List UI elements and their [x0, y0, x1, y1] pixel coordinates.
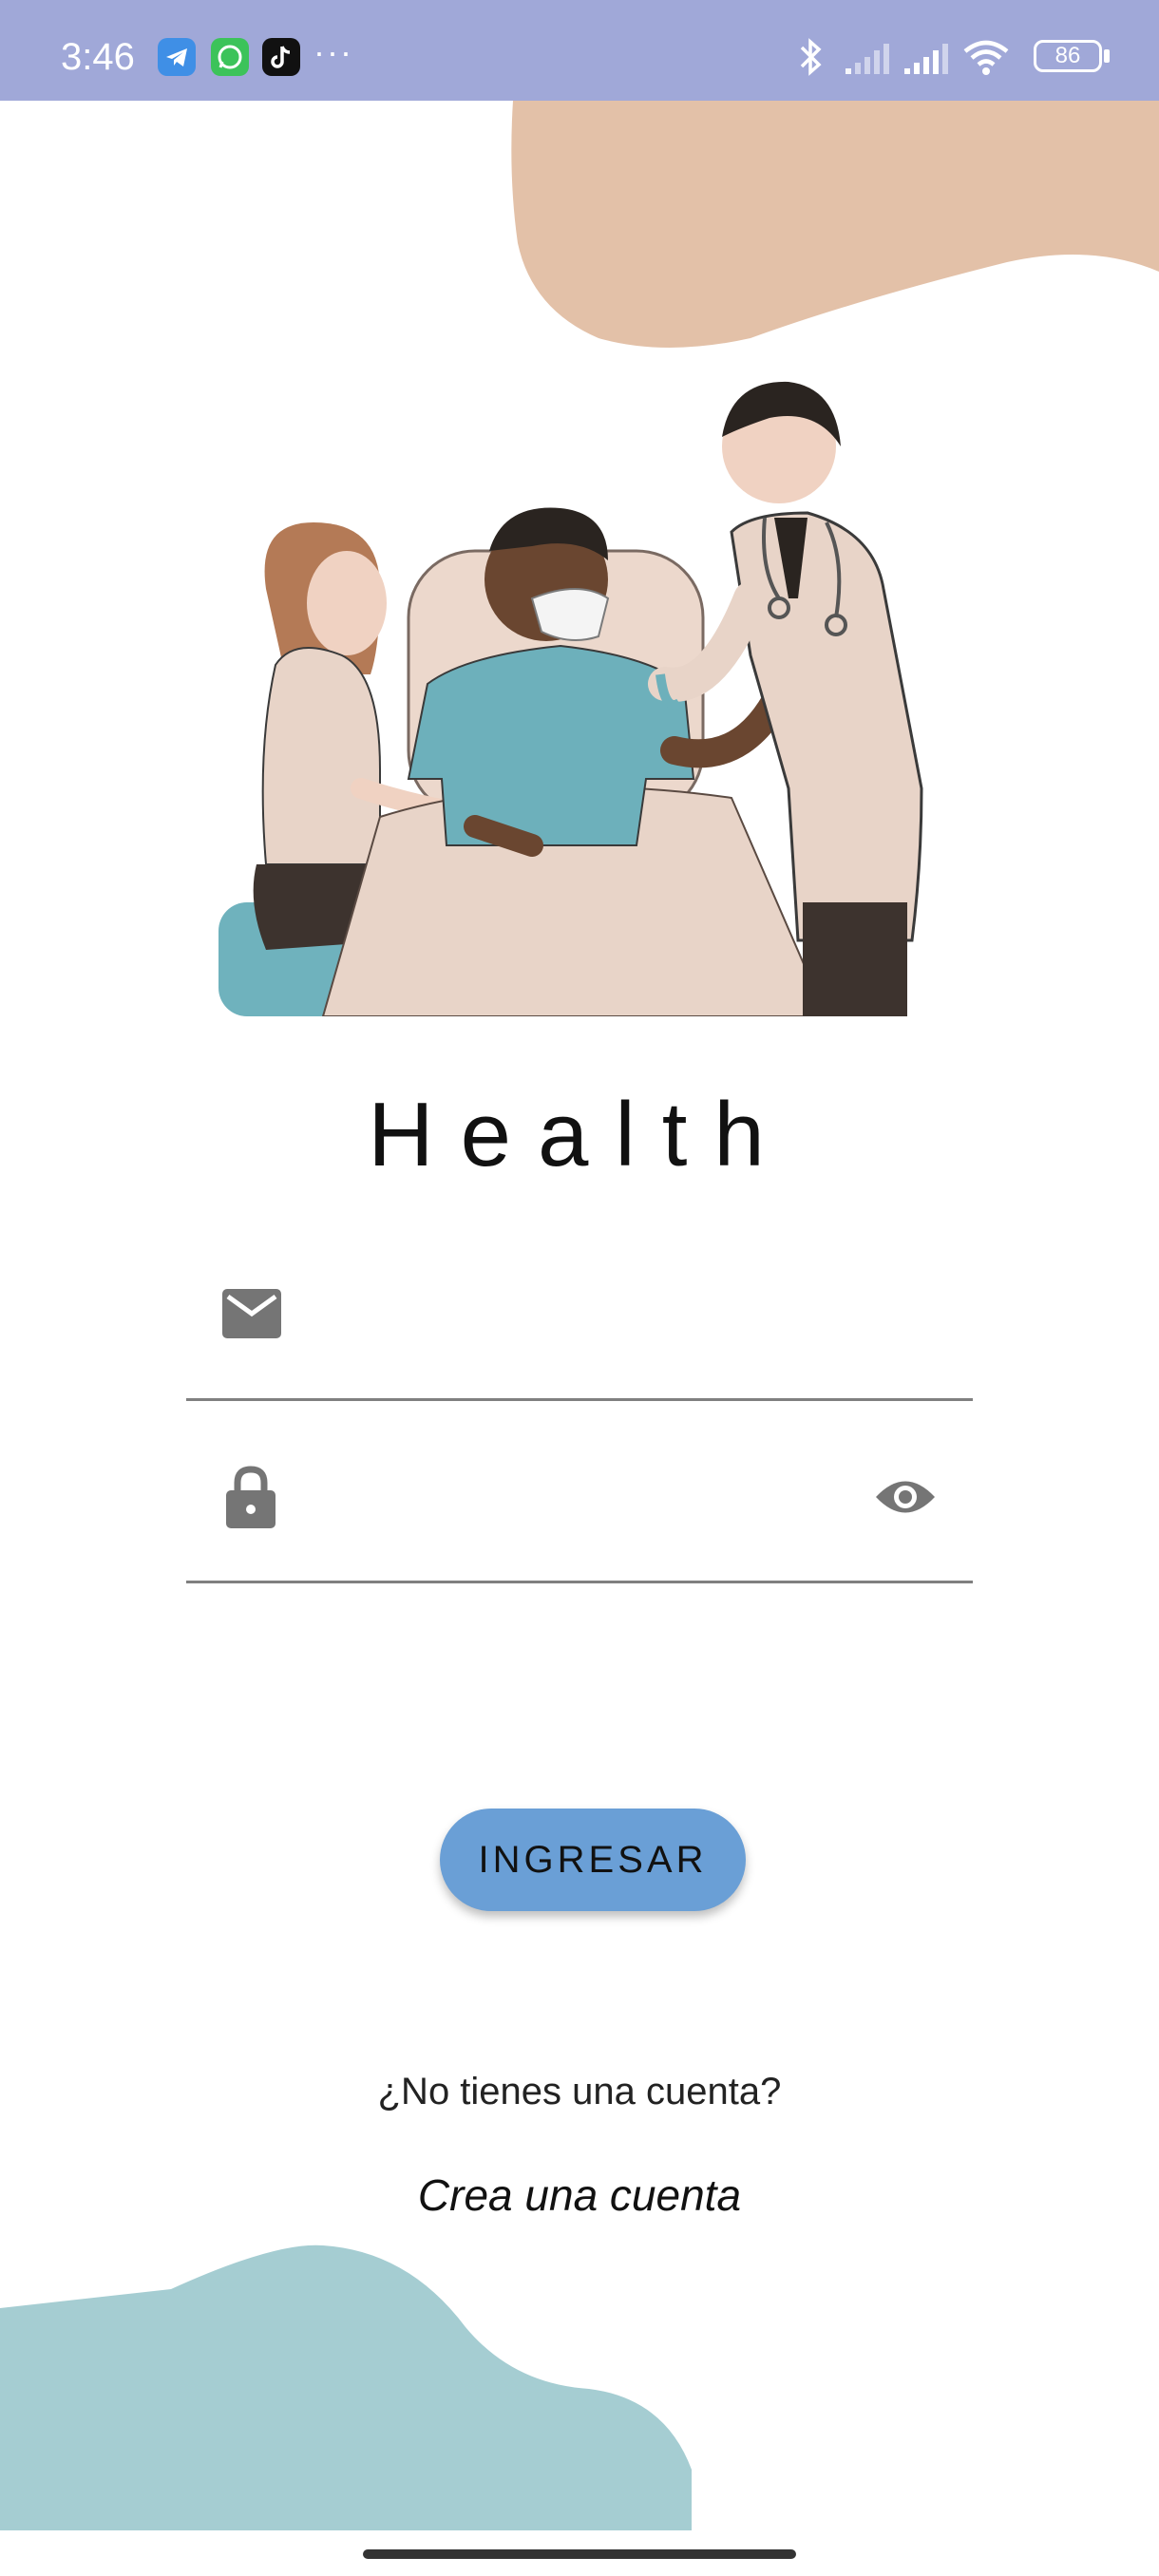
- status-bar: 3:46 ··· 86: [0, 0, 1159, 101]
- tiktok-icon: [262, 38, 300, 76]
- app-title: Health: [368, 1084, 791, 1185]
- signal-weak-icon: [846, 44, 889, 74]
- whatsapp-icon: [211, 38, 249, 76]
- signal-icon: [904, 44, 948, 74]
- battery-icon: 86: [1034, 40, 1102, 72]
- status-time: 3:46: [61, 36, 135, 78]
- more-notifications-icon: ···: [314, 32, 353, 71]
- battery-tip: [1104, 49, 1110, 63]
- password-field[interactable]: [186, 1412, 973, 1583]
- telegram-icon: [158, 38, 196, 76]
- eye-icon[interactable]: [874, 1475, 937, 1519]
- doctor-patient-illustration: [218, 381, 923, 1016]
- no-account-prompt: ¿No tienes una cuenta?: [377, 2071, 782, 2112]
- bluetooth-icon: [800, 38, 822, 76]
- wifi-icon: [963, 40, 1009, 75]
- email-field[interactable]: [186, 1230, 973, 1401]
- email-underline: [186, 1398, 973, 1401]
- decorative-blob-bottom: [0, 2245, 692, 2536]
- password-input[interactable]: [300, 1450, 836, 1538]
- mail-icon: [222, 1289, 281, 1338]
- login-button[interactable]: INGRESAR: [440, 1809, 746, 1911]
- battery-level: 86: [1054, 43, 1081, 68]
- lock-icon: [226, 1466, 276, 1528]
- home-indicator[interactable]: [363, 2549, 796, 2559]
- password-underline: [186, 1581, 973, 1583]
- email-input[interactable]: [300, 1268, 836, 1355]
- decorative-blob-top: [511, 101, 1159, 348]
- create-account-link[interactable]: Crea una cuenta: [0, 2169, 1159, 2221]
